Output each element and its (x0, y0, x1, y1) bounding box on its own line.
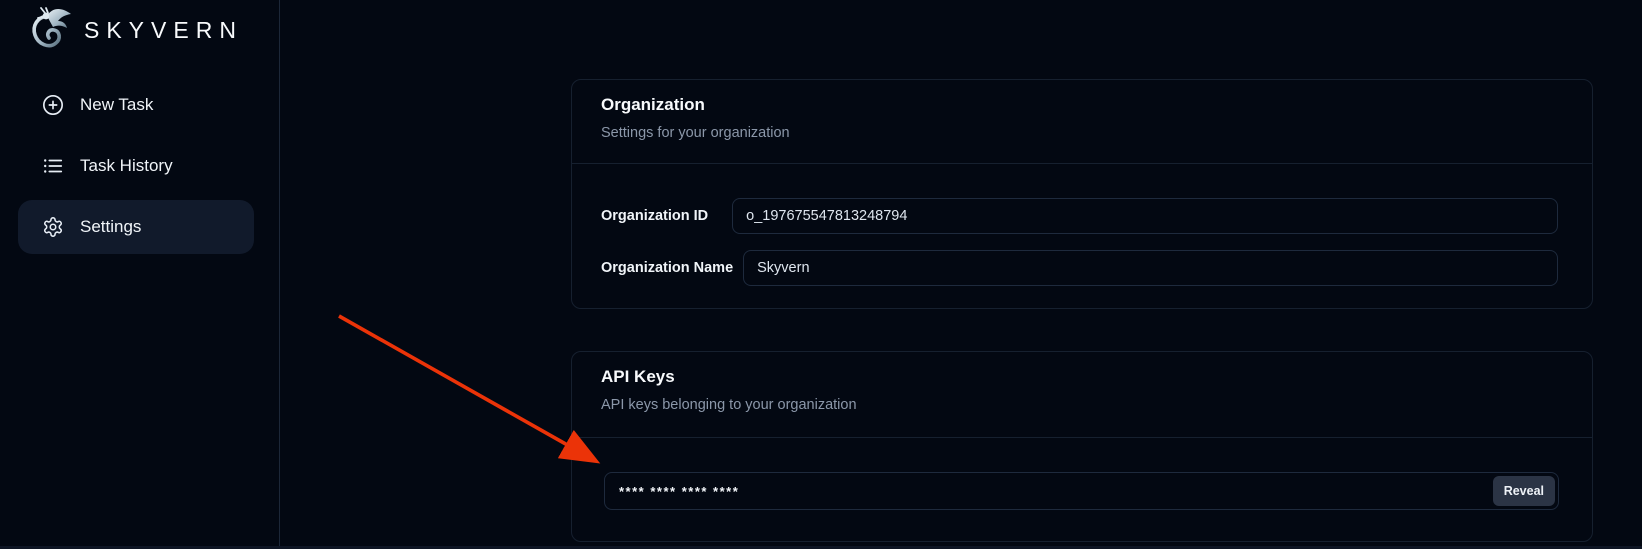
list-icon (42, 155, 64, 177)
plus-circle-icon (42, 94, 64, 116)
organization-card-header: Organization Settings for your organizat… (572, 80, 1592, 164)
gear-icon (42, 216, 64, 238)
organization-card-body: Organization ID Organization Name (572, 164, 1592, 286)
api-keys-card-header: API Keys API keys belonging to your orga… (572, 352, 1592, 438)
organization-id-label: Organization ID (601, 208, 708, 224)
api-key-field: Reveal (604, 472, 1559, 510)
organization-card: Organization Settings for your organizat… (571, 79, 1593, 309)
organization-card-subtitle: Settings for your organization (601, 125, 1562, 141)
api-keys-card-subtitle: API keys belonging to your organization (601, 397, 1562, 413)
sidebar: SKYVERN New Task Task History (0, 0, 280, 549)
sidebar-item-new-task[interactable]: New Task (18, 78, 254, 132)
skyvern-dragon-icon (27, 4, 75, 57)
api-key-input[interactable] (619, 484, 1493, 499)
organization-card-title: Organization (601, 95, 1562, 115)
sidebar-nav: New Task Task History Settings (0, 78, 279, 261)
sidebar-item-settings[interactable]: Settings (18, 200, 254, 254)
api-keys-card-body: Reveal (572, 438, 1592, 510)
organization-id-row: Organization ID (601, 198, 1558, 234)
skyvern-wordmark: SKYVERN (84, 17, 243, 44)
sidebar-item-label: New Task (80, 95, 153, 115)
skyvern-logo[interactable]: SKYVERN (0, 0, 279, 57)
organization-name-input[interactable] (743, 250, 1558, 286)
organization-name-row: Organization Name (601, 250, 1558, 286)
sidebar-item-label: Settings (80, 217, 141, 237)
api-keys-card: API Keys API keys belonging to your orga… (571, 351, 1593, 542)
organization-id-input[interactable] (732, 198, 1558, 234)
api-keys-card-title: API Keys (601, 367, 1562, 387)
sidebar-item-label: Task History (80, 156, 173, 176)
reveal-button[interactable]: Reveal (1493, 476, 1555, 506)
organization-name-label: Organization Name (601, 260, 733, 276)
sidebar-item-task-history[interactable]: Task History (18, 139, 254, 193)
